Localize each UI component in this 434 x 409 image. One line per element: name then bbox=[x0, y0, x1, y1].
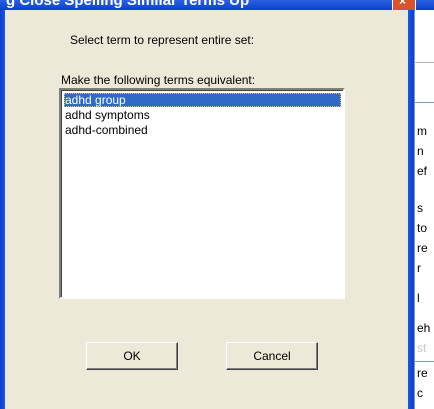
cancel-button[interactable]: Cancel bbox=[226, 342, 318, 370]
background-divider bbox=[414, 102, 434, 103]
background-window-border bbox=[414, 10, 415, 409]
background-text: n bbox=[417, 144, 424, 158]
window-title: g Close Spelling Similar Terms Up bbox=[6, 0, 250, 9]
background-text: re bbox=[417, 241, 428, 255]
background-divider bbox=[414, 361, 434, 362]
background-window: m n ef s to re r l eh st re c bbox=[414, 10, 434, 409]
title-bar[interactable]: g Close Spelling Similar Terms Up × bbox=[0, 0, 434, 10]
background-text: ef bbox=[417, 164, 428, 178]
background-text: st bbox=[417, 341, 427, 355]
close-icon: × bbox=[399, 0, 407, 8]
list-item[interactable]: adhd group bbox=[64, 93, 341, 107]
background-text: to bbox=[417, 221, 428, 235]
background-text: c bbox=[417, 386, 423, 400]
list-item[interactable]: adhd symptoms bbox=[64, 108, 150, 122]
background-divider bbox=[414, 62, 434, 63]
list-item[interactable]: adhd-combined bbox=[64, 123, 148, 137]
background-text: s bbox=[417, 201, 423, 215]
dialog: Select term to represent entire set: Mak… bbox=[5, 10, 408, 409]
ok-button[interactable]: OK bbox=[86, 342, 178, 370]
background-text: re bbox=[417, 366, 428, 380]
terms-listbox[interactable]: adhd group adhd symptoms adhd-combined bbox=[59, 88, 345, 299]
background-text: l bbox=[417, 291, 420, 305]
dialog-heading: Select term to represent entire set: bbox=[70, 33, 255, 47]
background-text: r bbox=[417, 261, 421, 275]
close-button[interactable]: × bbox=[392, 0, 416, 10]
background-text: m bbox=[417, 124, 427, 138]
background-text: eh bbox=[417, 321, 431, 335]
list-label: Make the following terms equivalent: bbox=[61, 73, 256, 87]
